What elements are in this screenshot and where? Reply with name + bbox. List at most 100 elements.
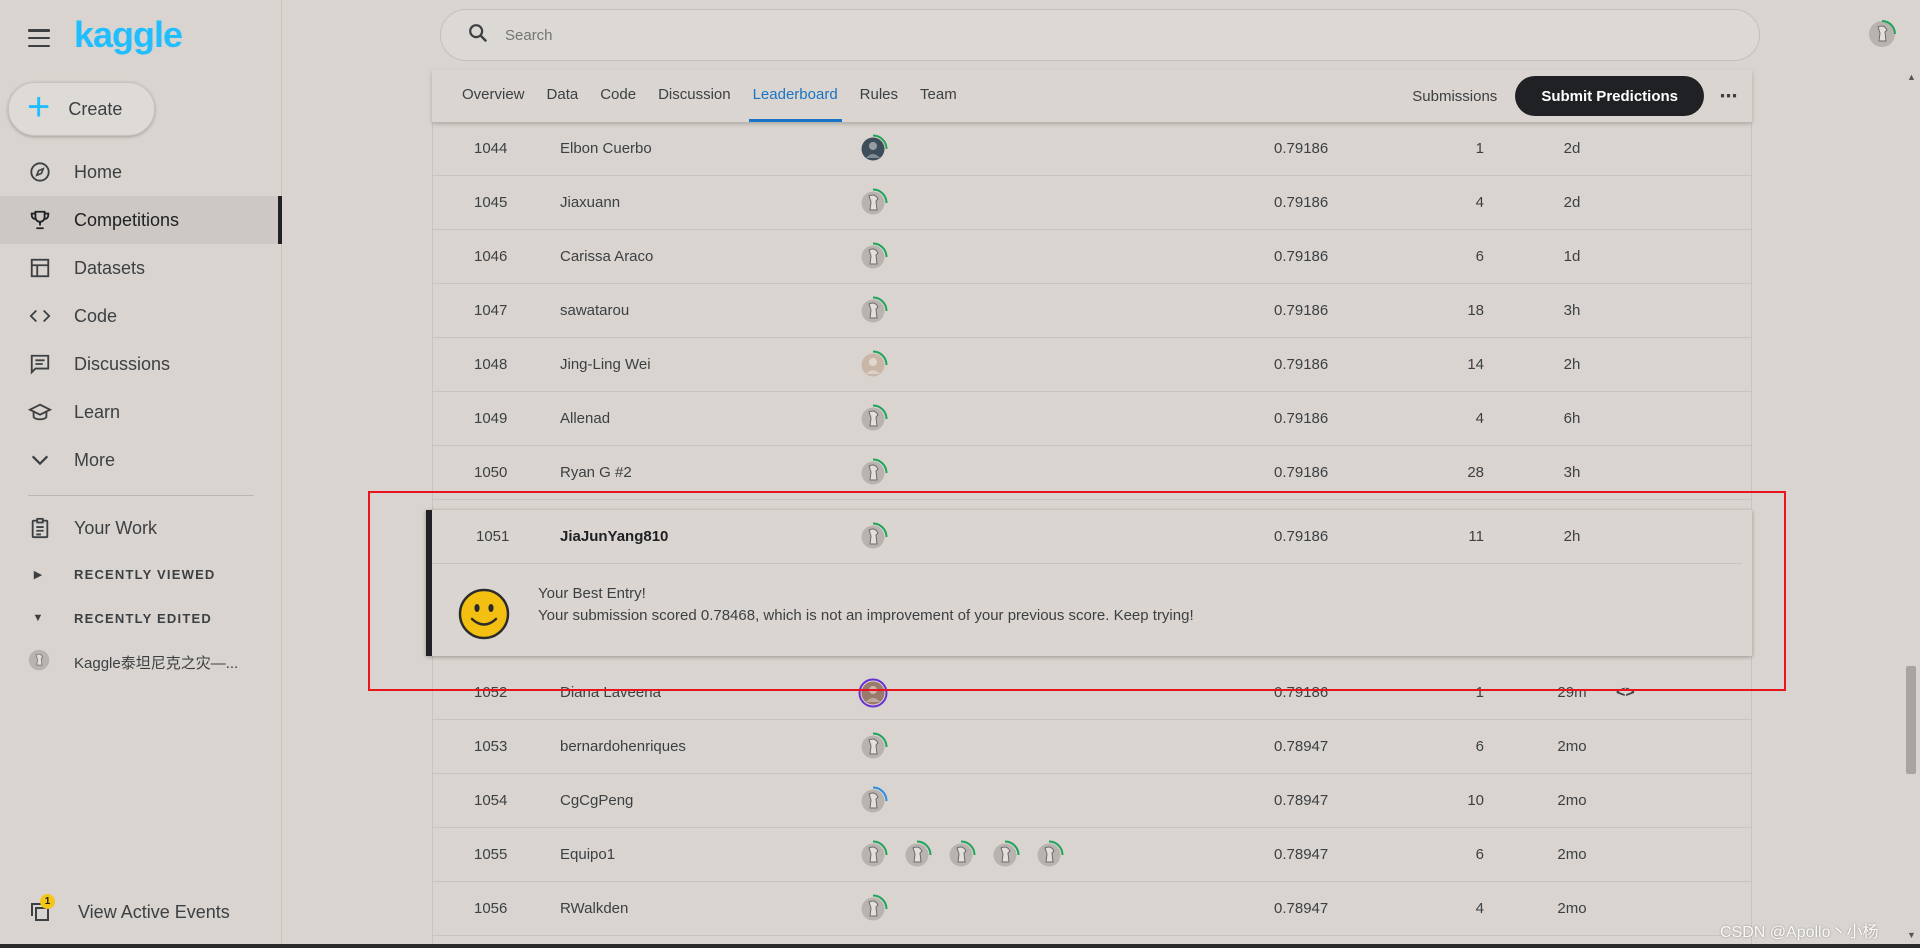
entries: 28 [1467,464,1484,481]
sidebar-item-learn[interactable]: Learn [0,388,282,436]
recently-viewed-toggle[interactable]: ▶ RECENTLY VIEWED [0,552,282,596]
code-link-icon[interactable]: <> [1616,684,1635,702]
rank: 1053 [474,738,508,755]
table-row[interactable]: 1052 Diana Laveena 0.79186 1 29m <> [432,666,1752,720]
avatar[interactable] [902,840,932,870]
sidebar-item-your-work[interactable]: Your Work [0,504,282,552]
score: 0.79186 [1274,410,1329,427]
scroll-up-icon[interactable]: ▲ [1907,72,1916,82]
avatar[interactable] [858,188,888,218]
submit-predictions-button[interactable]: Submit Predictions [1515,76,1704,116]
view-active-events[interactable]: 1 View Active Events [28,894,230,924]
recent-file-item[interactable]: Kaggle泰坦尼克之灾—... [0,640,282,684]
avatar[interactable] [858,296,888,326]
team-name[interactable]: Allenad [560,410,610,427]
team-name[interactable]: bernardohenriques [560,738,686,755]
rank: 1045 [474,194,508,211]
sidebar-item-home[interactable]: Home [0,148,282,196]
table-row[interactable]: 1044 Elbon Cuerbo 0.79186 1 2d [432,122,1752,176]
table-row[interactable]: 1056 RWalkden 0.78947 4 2mo [432,882,1752,936]
avatar[interactable] [858,522,888,552]
sidebar-item-discussions[interactable]: Discussions [0,340,282,388]
team-name[interactable]: Jiaxuann [560,194,620,211]
score: 0.79186 [1274,464,1329,481]
table-row[interactable]: 1047 sawatarou 0.79186 18 3h [432,284,1752,338]
tab-data[interactable]: Data [547,70,579,122]
table-row[interactable]: 1053 bernardohenriques 0.78947 6 2mo [432,720,1752,774]
sidebar-item-label: Learn [74,401,121,422]
team-name[interactable]: Carissa Araco [560,248,653,265]
team-members [858,786,902,816]
avatar[interactable] [1034,840,1064,870]
recently-edited-toggle[interactable]: ▼ RECENTLY EDITED [0,596,282,640]
school-icon [28,400,52,424]
team-name[interactable]: Diana Laveena [560,684,661,701]
avatar[interactable] [858,404,888,434]
page-scrollbar[interactable] [1902,70,1918,948]
team-members [858,732,902,762]
my-entry-row[interactable]: 1051 JiaJunYang810 0.79186 11 2h [432,510,1742,564]
team-name[interactable]: Equipo1 [560,846,615,863]
table-row[interactable]: 1055 Equipo1 0.78947 6 2mo [432,828,1752,882]
avatar[interactable] [858,458,888,488]
recently-edited-label: RECENTLY EDITED [74,610,212,626]
team-name[interactable]: CgCgPeng [560,792,633,809]
user-avatar[interactable] [1866,18,1898,55]
table-row[interactable]: 1050 Ryan G #2 0.79186 28 3h [432,446,1752,500]
team-name[interactable]: JiaJunYang810 [560,528,668,545]
avatar[interactable] [858,134,888,164]
team-name[interactable]: Jing-Ling Wei [560,356,651,373]
avatar[interactable] [990,840,1020,870]
scrollbar-thumb[interactable] [1906,666,1916,774]
tab-overview[interactable]: Overview [462,70,525,122]
tab-code[interactable]: Code [600,70,636,122]
sidebar-item-code[interactable]: Code [0,292,282,340]
team-name[interactable]: sawatarou [560,302,629,319]
sidebar-item-datasets[interactable]: Datasets [0,244,282,292]
avatar[interactable] [858,786,888,816]
tab-team[interactable]: Team [920,70,957,122]
create-button[interactable]: + Create [8,82,155,136]
team-name[interactable]: Elbon Cuerbo [560,140,652,157]
avatar[interactable] [946,840,976,870]
table-row[interactable]: 1049 Allenad 0.79186 4 6h [432,392,1752,446]
scroll-down-icon[interactable]: ▼ [1907,930,1916,940]
entries: 6 [1475,738,1484,755]
search-input[interactable] [505,26,1605,44]
team-members [858,458,902,488]
table-row[interactable]: 1046 Carissa Araco 0.79186 6 1d [432,230,1752,284]
avatar[interactable] [858,894,888,924]
events-icon: 1 [28,894,55,924]
avatar[interactable] [858,242,888,272]
tab-leaderboard[interactable]: Leaderboard [748,70,842,122]
score: 0.79186 [1274,684,1329,701]
menu-icon[interactable] [28,29,50,47]
caret-right-icon: ▶ [33,568,43,581]
tab-rules[interactable]: Rules [860,70,898,122]
comments-icon [28,352,52,376]
more-options-icon[interactable]: ⋯ [1704,86,1752,107]
sidebar: kaggle + Create Home Competitions Datase… [0,0,282,948]
team-name[interactable]: RWalkden [560,900,628,917]
table-row[interactable]: 1045 Jiaxuann 0.79186 4 2d [432,176,1752,230]
sidebar-item-more[interactable]: More [0,436,282,484]
kaggle-logo[interactable]: kaggle [74,14,183,56]
taskbar-strip [0,944,1920,948]
sidebar-item-competitions[interactable]: Competitions [0,196,282,244]
my-best-entry-card: 1051 JiaJunYang810 0.79186 11 2h Your Be… [426,510,1752,656]
submissions-link[interactable]: Submissions [1412,88,1497,105]
table-row[interactable]: 1048 Jing-Ling Wei 0.79186 14 2h [432,338,1752,392]
team-name[interactable]: Ryan G #2 [560,464,632,481]
team-members [858,404,902,434]
avatar[interactable] [858,350,888,380]
sidebar-item-label: More [74,449,116,470]
sidebar-item-label: Datasets [74,257,146,278]
avatar[interactable] [858,732,888,762]
entries: 1 [1475,684,1484,701]
avatar[interactable] [858,678,888,708]
tab-discussion[interactable]: Discussion [658,70,731,122]
score: 0.79186 [1274,528,1329,545]
rank: 1056 [474,900,508,917]
avatar[interactable] [858,840,888,870]
table-row[interactable]: 1054 CgCgPeng 0.78947 10 2mo [432,774,1752,828]
